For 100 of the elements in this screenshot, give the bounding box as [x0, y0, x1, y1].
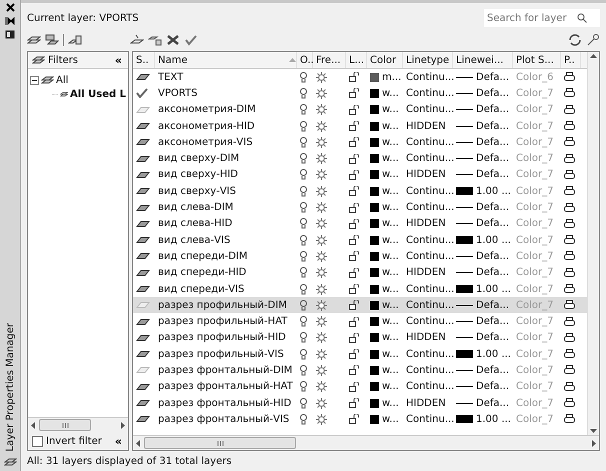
- column-header[interactable]: Color: [367, 52, 403, 68]
- lineweight[interactable]: Defa...: [476, 120, 510, 132]
- layer-row[interactable]: аксонометрия-HID w... HIDDEN Defa... Color_7: [133, 118, 587, 134]
- color-swatch[interactable]: [370, 72, 379, 82]
- linetype[interactable]: Continu...: [403, 234, 453, 246]
- color-swatch[interactable]: [370, 154, 379, 164]
- linetype[interactable]: HIDDEN: [403, 398, 453, 409]
- tree-item[interactable]: All Used L: [70, 88, 126, 100]
- lineweight[interactable]: Defa...: [476, 88, 510, 99]
- column-header[interactable]: L...: [346, 52, 367, 68]
- layer-row[interactable]: вид слева-DIM w... Continu... Defa... Color_7: [133, 199, 587, 216]
- layer-row[interactable]: вид слева-HID w... HIDDEN Defa... Color_7: [133, 216, 587, 232]
- linetype[interactable]: Continu...: [403, 250, 453, 262]
- column-header[interactable]: Plot S...: [513, 52, 561, 68]
- color-swatch[interactable]: [370, 138, 379, 147]
- layer-row[interactable]: вид слева-VIS w... Continu... 1.00 ... Color_7: [133, 232, 587, 248]
- color-swatch[interactable]: [370, 252, 379, 261]
- color-swatch[interactable]: [370, 105, 379, 114]
- lineweight[interactable]: 1.00 ...: [476, 284, 511, 294]
- collapse-icon[interactable]: [30, 76, 39, 84]
- linetype[interactable]: Continu...: [403, 300, 453, 311]
- search-field[interactable]: Search for layer: [484, 9, 600, 27]
- lineweight[interactable]: Defa...: [476, 381, 510, 392]
- lineweight[interactable]: Defa...: [476, 398, 510, 409]
- column-header[interactable]: Linewei...: [453, 52, 513, 68]
- linetype[interactable]: HIDDEN: [403, 120, 453, 132]
- lineweight[interactable]: 1.00 ...: [476, 414, 511, 425]
- lineweight[interactable]: Defa...: [476, 332, 510, 344]
- layer-row[interactable]: разрез профильный-DIM w... Continu... Defa... Color_7: [133, 297, 587, 314]
- linetype[interactable]: Continu...: [403, 284, 453, 294]
- color-swatch[interactable]: [370, 203, 379, 212]
- column-header[interactable]: Name: [155, 52, 297, 68]
- color-swatch[interactable]: [370, 122, 379, 131]
- color-swatch[interactable]: [370, 219, 379, 228]
- linetype[interactable]: HIDDEN: [403, 267, 453, 278]
- layer-row[interactable]: разрез профильный-HID w... HIDDEN Defa... Color_7: [133, 330, 587, 346]
- lineweight[interactable]: 1.00 ...: [476, 186, 511, 197]
- layer-row[interactable]: вид спереди-DIM w... Continu... Defa... Color_7: [133, 248, 587, 265]
- color-swatch[interactable]: [370, 300, 379, 310]
- color-swatch[interactable]: [370, 284, 379, 294]
- new-vp-layer-icon[interactable]: [148, 34, 162, 46]
- collapse-button[interactable]: «: [112, 54, 124, 66]
- color-swatch[interactable]: [370, 414, 379, 424]
- linetype[interactable]: Continu...: [403, 153, 453, 164]
- layer-row[interactable]: вид спереди-HID w... HIDDEN Defa... Color_7: [133, 264, 587, 281]
- layer-row[interactable]: вид спереди-VIS w... Continu... 1.00 ... Color_7: [133, 280, 587, 298]
- lineweight[interactable]: Defa...: [476, 300, 510, 311]
- column-header[interactable]: Fre...: [313, 52, 346, 68]
- lineweight[interactable]: Defa...: [476, 153, 510, 164]
- layer-row[interactable]: разрез фронтальный-HAT w... Continu... Defa... Color_7: [133, 378, 587, 395]
- lineweight[interactable]: 1.00 ...: [476, 234, 511, 246]
- color-swatch[interactable]: [370, 382, 379, 392]
- layer-row[interactable]: вид сверху-DIM w... Continu... Defa... Color_7: [133, 150, 587, 167]
- layer-row[interactable]: разрез фронтальный-DIM w... Continu... Defa... Color_7: [133, 362, 587, 379]
- vertical-scrollbar[interactable]: [587, 52, 599, 435]
- color-swatch[interactable]: [370, 366, 379, 375]
- lineweight[interactable]: Defa...: [476, 169, 510, 180]
- color-swatch[interactable]: [370, 236, 379, 245]
- color-swatch[interactable]: [370, 88, 379, 98]
- lineweight[interactable]: Defa...: [476, 104, 510, 116]
- lineweight[interactable]: Defa...: [476, 136, 510, 148]
- layer-row[interactable]: разрез профильный-HAT w... Continu... Defa... Color_7: [133, 313, 587, 330]
- column-header[interactable]: Linetype: [403, 52, 453, 68]
- tree-item[interactable]: All: [56, 74, 68, 86]
- layer-row[interactable]: аксонометрия-DIM w... Continu... Defa... Color_7: [133, 102, 587, 118]
- delete-icon[interactable]: [166, 34, 180, 46]
- linetype[interactable]: Continu...: [403, 348, 453, 360]
- layer-row[interactable]: аксонометрия-VIS w... Continu... Defa... Color_7: [133, 134, 587, 150]
- lineweight[interactable]: 1.00 ...: [476, 348, 511, 360]
- linetype[interactable]: Continu...: [403, 414, 453, 425]
- color-swatch[interactable]: [370, 170, 379, 180]
- lineweight[interactable]: Defa...: [476, 72, 510, 83]
- states-manager-icon[interactable]: [68, 34, 82, 46]
- linetype[interactable]: Continu...: [403, 364, 453, 376]
- refresh-icon[interactable]: [568, 34, 582, 46]
- linetype[interactable]: Continu...: [403, 136, 453, 148]
- linetype[interactable]: Continu...: [403, 72, 453, 83]
- collapse-button[interactable]: «: [112, 434, 124, 448]
- color-swatch[interactable]: [370, 333, 379, 342]
- linetype[interactable]: Continu...: [403, 104, 453, 116]
- lineweight[interactable]: Defa...: [476, 316, 510, 328]
- horizontal-scrollbar[interactable]: [28, 417, 128, 432]
- column-header[interactable]: O..: [297, 52, 313, 68]
- layer-row[interactable]: TEXT m... Continu... Defa... Color_6: [133, 69, 587, 86]
- new-layer-icon[interactable]: [130, 34, 144, 46]
- color-swatch[interactable]: [370, 398, 379, 408]
- linetype[interactable]: HIDDEN: [403, 169, 453, 180]
- new-filter-icon[interactable]: [27, 34, 41, 46]
- lineweight[interactable]: Defa...: [476, 202, 510, 214]
- linetype[interactable]: Continu...: [403, 381, 453, 392]
- color-swatch[interactable]: [370, 186, 379, 196]
- linetype[interactable]: Continu...: [403, 316, 453, 328]
- linetype[interactable]: Continu...: [403, 202, 453, 214]
- color-swatch[interactable]: [370, 350, 379, 359]
- column-header[interactable]: P..: [561, 52, 581, 68]
- lineweight[interactable]: Defa...: [476, 267, 510, 278]
- lineweight[interactable]: Defa...: [476, 250, 510, 262]
- lineweight[interactable]: Defa...: [476, 364, 510, 376]
- layer-row[interactable]: вид сверху-HID w... HIDDEN Defa... Color_7: [133, 166, 587, 184]
- color-swatch[interactable]: [370, 317, 379, 326]
